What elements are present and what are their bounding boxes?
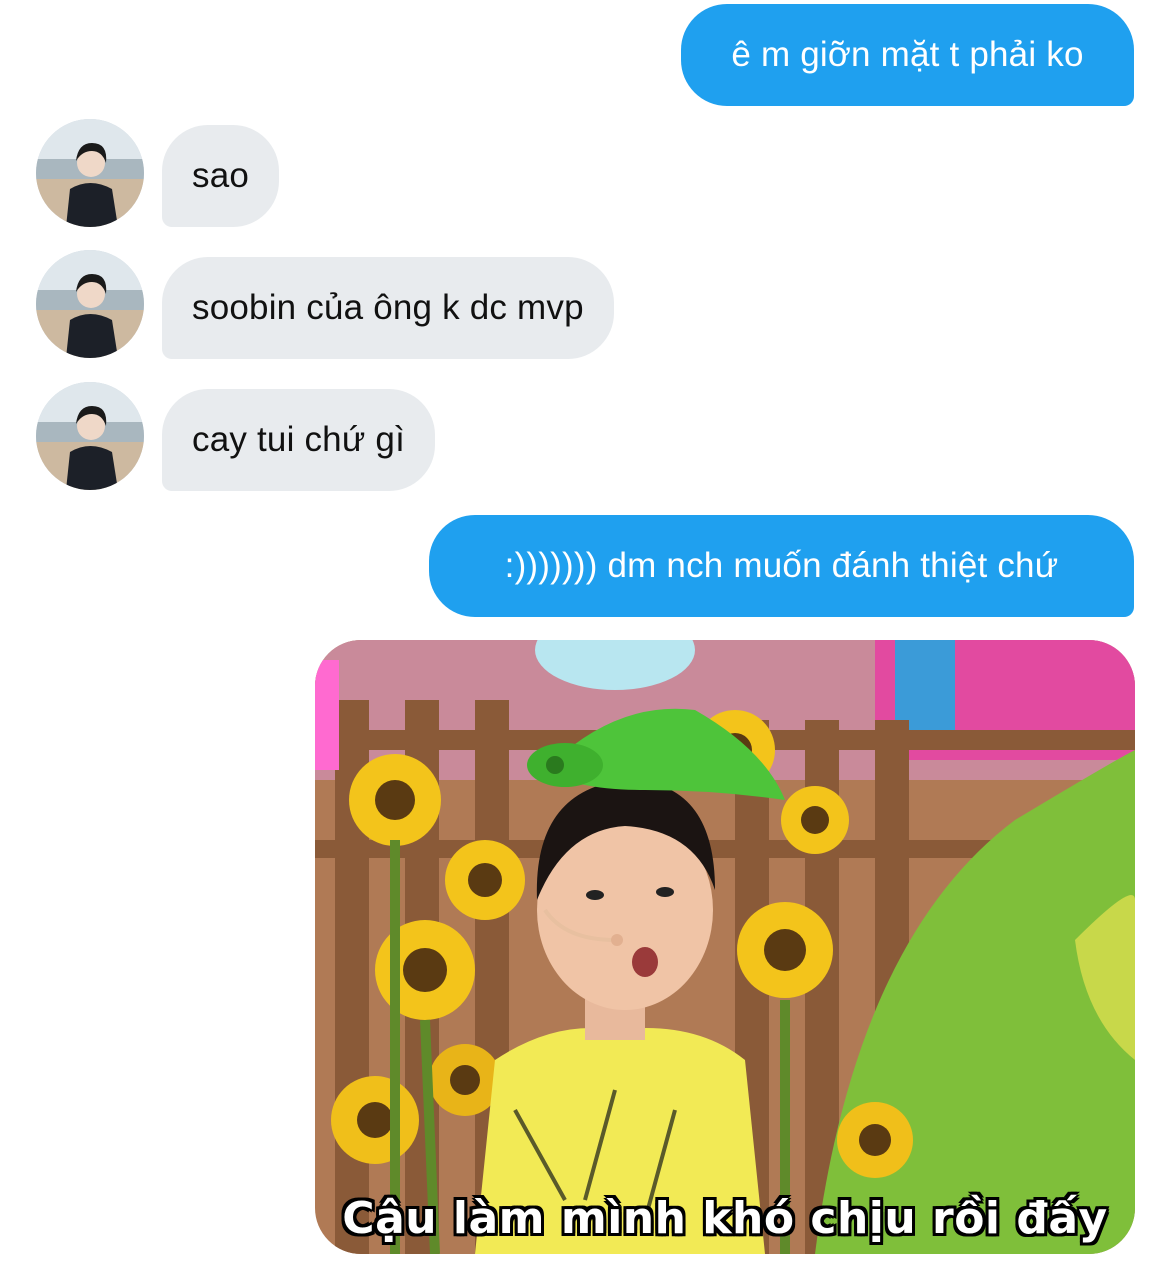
incoming-message-bubble[interactable]: sao	[162, 125, 280, 227]
outgoing-message-bubble[interactable]: :))))))) dm nch muốn đánh thiệt chứ	[429, 515, 1134, 617]
chat-thread: ê m giỡn mặt t phải ko sao soobin của ôn…	[0, 0, 1170, 1266]
incoming-message-bubble[interactable]: cay tui chứ gì	[162, 389, 435, 491]
sender-avatar[interactable]	[36, 382, 144, 490]
outgoing-image-message[interactable]: Cậu làm mình khó chịu rồi đấy	[315, 640, 1135, 1254]
meme-image	[315, 640, 1135, 1254]
incoming-message-bubble[interactable]: soobin của ông k dc mvp	[162, 257, 614, 359]
sender-avatar[interactable]	[36, 119, 144, 227]
sender-avatar[interactable]	[36, 250, 144, 358]
outgoing-message-bubble[interactable]: ê m giỡn mặt t phải ko	[681, 4, 1134, 106]
image-caption: Cậu làm mình khó chịu rồi đấy	[342, 1193, 1108, 1244]
